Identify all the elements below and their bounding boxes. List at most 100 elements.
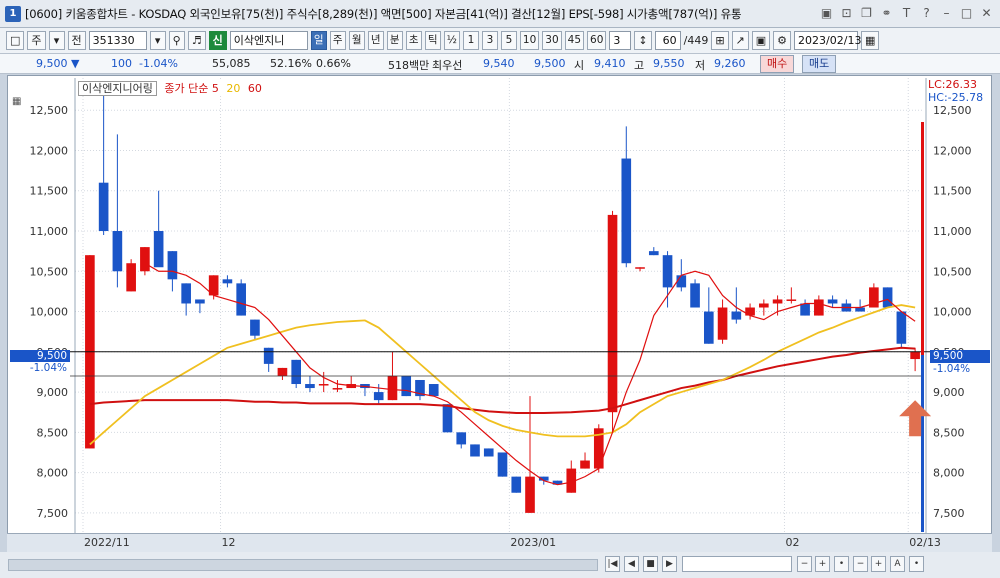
candle-body [153,231,164,268]
legend-ma60[interactable]: 60 [248,82,262,95]
candle-body [181,283,191,304]
y-tick-label-left: 9,000 [37,386,69,399]
lc-label: LC:26.33 [928,78,978,91]
candle-body [882,287,893,308]
y-tick-label-right: 8,500 [933,426,965,439]
candle-body [442,404,453,433]
y-tick-label-right: 12,000 [933,144,972,157]
y-tick-label-right: 8,000 [933,467,965,480]
y-tick-label-left: 10,000 [30,306,69,319]
scroll-right-icon[interactable]: ▶ [662,556,677,572]
legend-ma5[interactable]: 5 [212,82,219,95]
text-size-icon[interactable]: A [890,556,905,572]
candle-body [112,231,123,272]
candle-body [236,283,246,316]
zoom-reset-icon[interactable]: • [834,556,849,572]
candle-body [305,384,315,389]
candle-body [263,347,274,364]
candle-body [910,351,920,360]
right-range-bar-up [921,122,924,355]
candle-body [332,388,343,390]
x-tick-label: 2022/11 [84,536,130,549]
candle-body [470,444,480,457]
candle-body [428,384,439,397]
hc-label: HC:-25.78 [928,91,984,104]
candle-body [126,263,136,292]
candle-body [635,267,645,269]
right-price-tag: 9,500 [930,350,990,363]
legend-stock-name[interactable]: 이삭엔지니어링 [78,81,157,96]
y-tick-label-left: 12,000 [30,144,69,157]
x-tick-label: 12 [221,536,236,549]
y-tick-label-left: 7,500 [37,507,69,520]
scroll-start-icon[interactable]: |◀ [605,556,620,572]
y-tick-label-left: 8,000 [37,467,69,480]
y-tick-label-right: 11,500 [933,185,972,198]
chart-legend: 이삭엔지니어링 종가 단순 5 20 60 [78,80,262,96]
y-tick-label-left: 11,000 [30,225,69,238]
bottom-bar: |◀ ◀ ■ ▶ − + • − + A • [0,552,1000,578]
candle-body [648,251,659,256]
ma60-line [89,346,916,415]
y-tick-label-right: 10,000 [933,306,972,319]
candle-body [525,476,535,513]
zoom-in-icon[interactable]: + [815,556,830,572]
candle-body [855,307,865,312]
candle-body [580,460,590,469]
y-tick-label-left: 11,500 [30,185,69,198]
legend-ma20[interactable]: 20 [226,82,240,95]
candle-body [373,392,384,401]
candle-body [759,303,769,308]
horizontal-scrollbar[interactable] [8,559,598,571]
candle-body [250,319,260,336]
y-tick-label-left: 12,500 [30,104,69,117]
y-tick-label-right: 10,500 [933,265,972,278]
candle-body [827,299,838,304]
zoom-out-icon[interactable]: − [797,556,812,572]
y-axis-left: 12,50012,00011,50011,00010,50010,0009,50… [30,104,69,520]
candle-body [98,182,109,232]
candle-body [717,307,728,340]
candle-body [387,375,398,401]
candle-body [690,283,700,308]
candle-body [483,448,494,457]
scroll-left-icon[interactable]: ◀ [624,556,639,572]
expand-icon[interactable]: + [871,556,886,572]
candle-body [703,311,714,344]
x-tick-label: 02/13 [909,536,941,549]
indicator-icon[interactable]: ▦ [12,96,21,107]
candle-body [195,299,205,304]
candle-body [745,307,755,316]
candle-body [511,476,522,493]
candle-body [222,279,233,284]
candle-body [167,251,178,280]
candle-body [662,255,673,288]
stop-icon[interactable]: ■ [643,556,658,572]
x-tick-label: 2023/01 [510,536,557,549]
y-tick-label-right: 11,000 [933,225,972,238]
shrink-icon[interactable]: − [853,556,868,572]
y-tick-label-left: 10,500 [30,265,69,278]
candle-body [896,311,907,344]
candle-body [676,275,687,288]
left-pct-tag: -1.04% [29,362,67,374]
y-tick-label-left: 8,500 [37,426,69,439]
zoom-slider[interactable] [682,556,792,572]
candle-body [621,158,632,264]
y-tick-label-right: 9,000 [933,386,965,399]
right-range-bar-down [921,355,924,532]
candle-body [140,247,150,272]
candle-body [497,452,508,477]
candle-body [401,375,412,397]
candle-body [318,384,329,386]
candle-body [607,214,618,413]
y-tick-label-right: 12,500 [933,104,972,117]
candle-body [291,359,302,385]
candle-body [277,367,288,376]
ma20-line [89,304,916,446]
more-icon[interactable]: • [909,556,924,572]
right-pct-tag: -1.04% [933,363,971,375]
legend-ma-label[interactable]: 종가 단순 [164,82,208,95]
left-price-tag: 9,500 [10,350,70,362]
y-axis-right: 12,50012,00011,50011,00010,50010,0009,50… [933,104,972,520]
